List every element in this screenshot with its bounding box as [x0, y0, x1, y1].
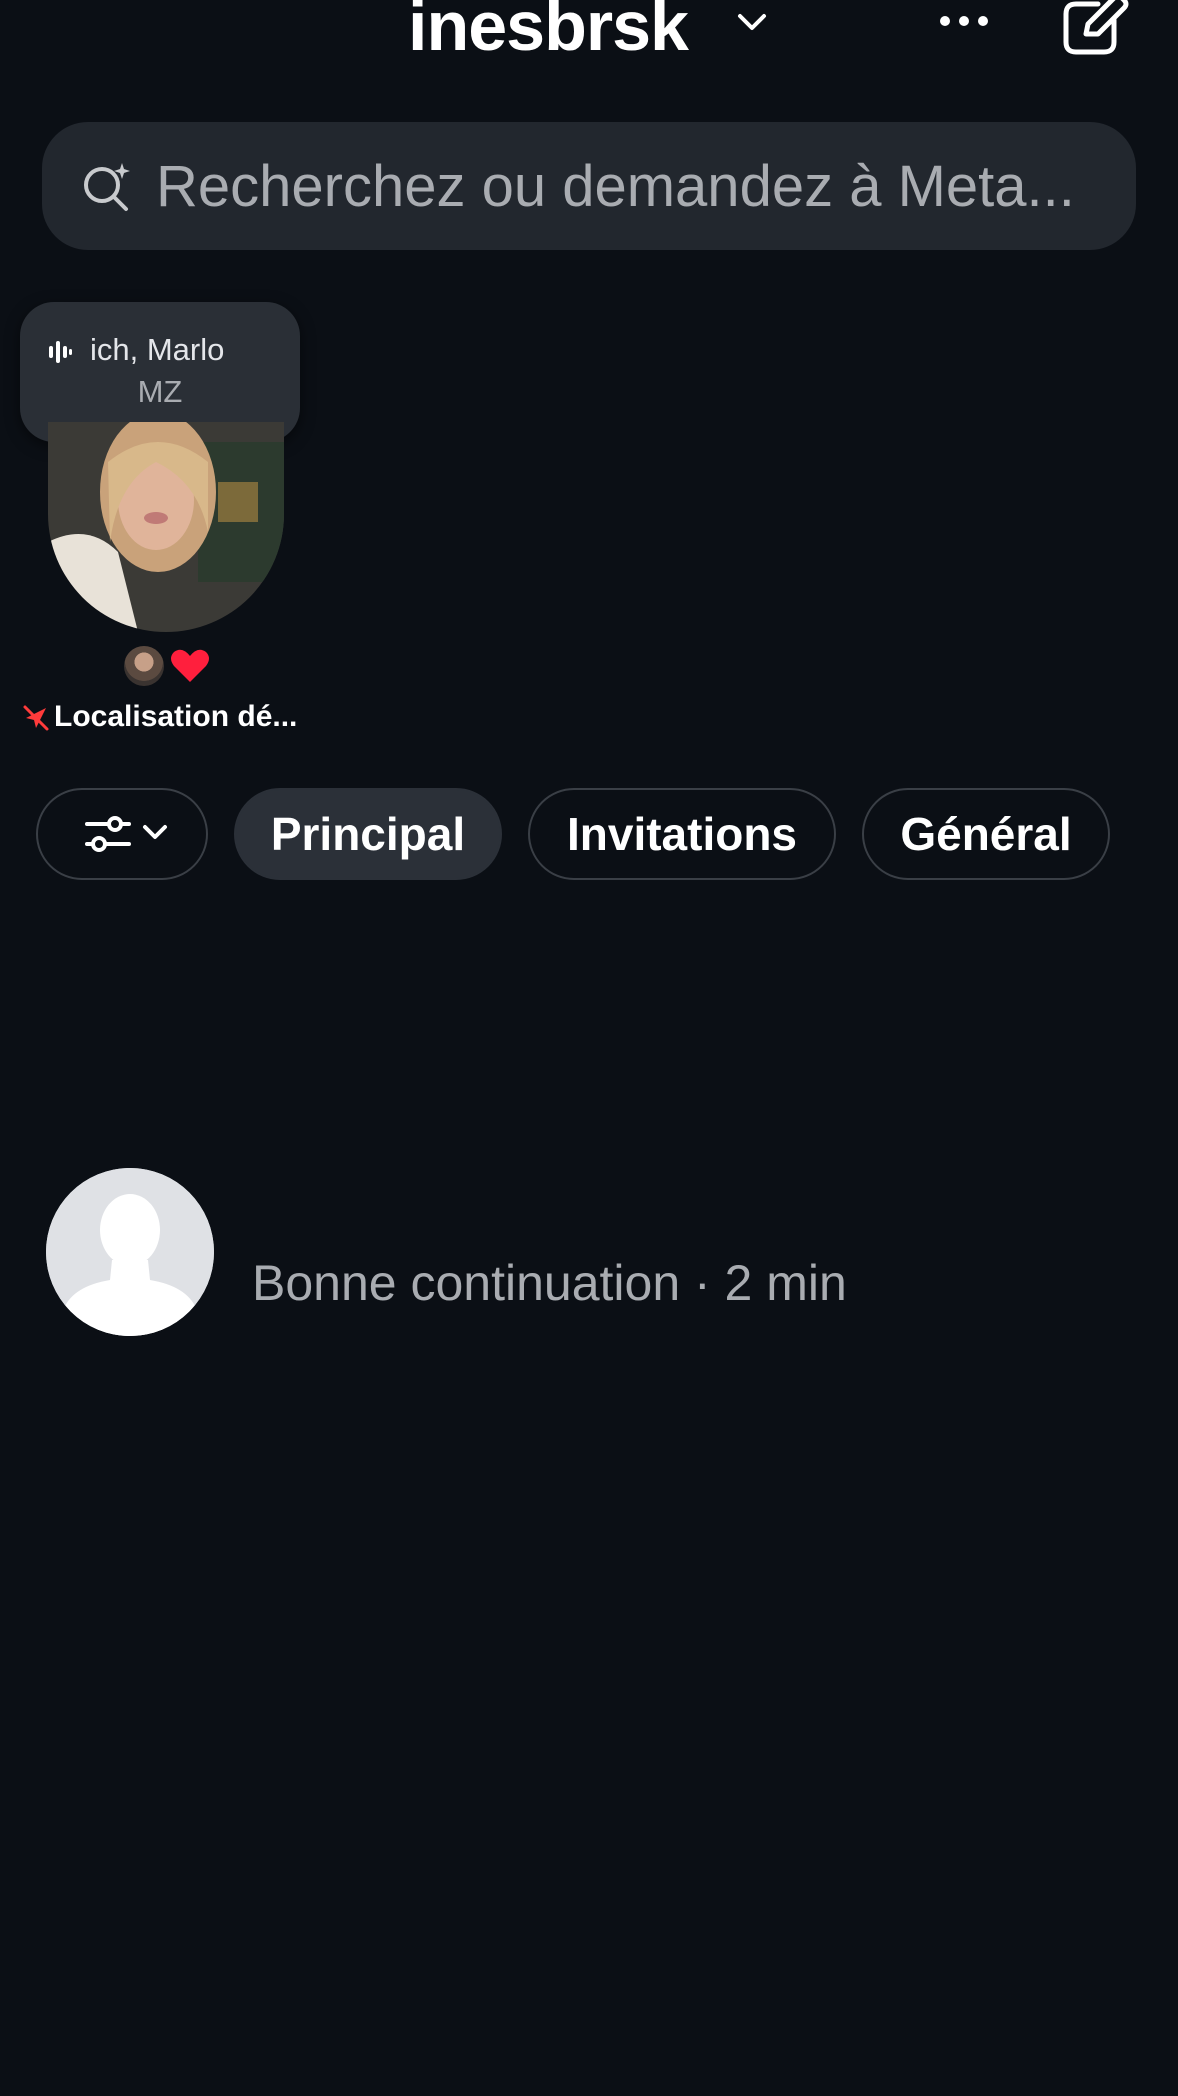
location-off-icon: [23, 705, 49, 731]
note-text: ich, Marlo: [90, 332, 225, 367]
story-avatar[interactable]: [48, 422, 284, 632]
heart-icon: [171, 649, 209, 682]
note-author: MZ: [137, 374, 183, 409]
filter-sliders-icon: [85, 816, 167, 852]
note-bubble[interactable]: [20, 302, 300, 442]
audio-wave-icon: [49, 341, 72, 363]
liker-avatar: [124, 646, 164, 686]
filter-dropdown-button[interactable]: [36, 788, 208, 880]
account-switcher-title[interactable]: inesbrsk: [408, 0, 689, 66]
search-placeholder[interactable]: Recherchez ou demandez à Meta...: [156, 153, 1116, 220]
default-avatar-icon: [46, 1168, 214, 1336]
tab-general[interactable]: Général: [862, 788, 1110, 880]
meta-ai-search-icon: [84, 163, 130, 211]
tab-principal[interactable]: Principal: [234, 788, 502, 880]
tab-invitations[interactable]: Invitations: [528, 788, 836, 880]
compose-icon[interactable]: [1058, 0, 1130, 56]
search-bar[interactable]: Recherchez ou demandez à Meta...: [42, 122, 1136, 250]
more-icon[interactable]: [936, 8, 992, 34]
location-label: Localisation dé...: [54, 700, 298, 733]
story-photo: [48, 422, 284, 632]
chevron-down-icon[interactable]: [732, 8, 772, 38]
message-preview: Bonne continuation · 2 min: [252, 1255, 847, 1311]
